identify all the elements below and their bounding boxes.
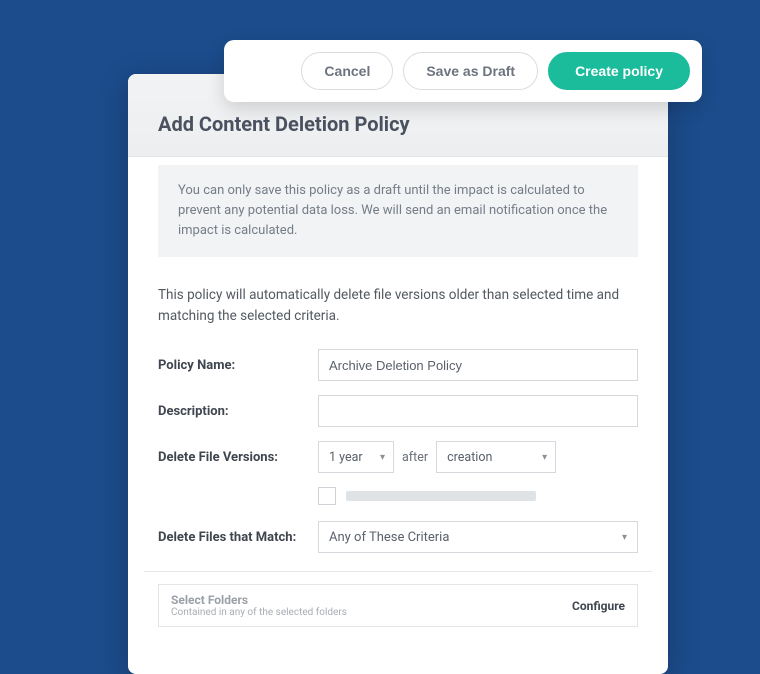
event-select[interactable]: creation ▾	[436, 441, 556, 473]
checkbox-option-row	[318, 487, 638, 505]
option-checkbox[interactable]	[318, 487, 336, 505]
period-select[interactable]: 1 year ▾	[318, 441, 394, 473]
chevron-down-icon: ▾	[622, 532, 627, 543]
label-policy-name: Policy Name:	[158, 358, 318, 373]
policy-name-input[interactable]	[318, 349, 638, 381]
row-policy-name: Policy Name:	[158, 349, 638, 381]
row-delete-versions: Delete File Versions: 1 year ▾ after cre…	[158, 441, 638, 473]
policy-description-text: This policy will automatically delete fi…	[158, 285, 638, 327]
info-notice: You can only save this policy as a draft…	[158, 165, 638, 257]
after-word: after	[402, 450, 428, 465]
configure-folders-button[interactable]: Configure	[572, 599, 625, 613]
page-title: Add Content Deletion Policy	[158, 112, 638, 136]
label-delete-versions: Delete File Versions:	[158, 450, 318, 465]
period-value: 1 year	[329, 450, 363, 465]
row-delete-match: Delete Files that Match: Any of These Cr…	[158, 521, 638, 553]
create-policy-button[interactable]: Create policy	[548, 52, 690, 90]
chevron-down-icon: ▾	[380, 452, 385, 463]
label-delete-match: Delete Files that Match:	[158, 530, 318, 545]
policy-form-card: Add Content Deletion Policy You can only…	[128, 74, 668, 674]
section-divider	[144, 571, 652, 572]
select-folders-title: Select Folders	[171, 593, 347, 607]
cancel-button[interactable]: Cancel	[301, 52, 393, 90]
row-description: Description:	[158, 395, 638, 427]
form-body: You can only save this policy as a draft…	[128, 165, 668, 651]
match-mode-select[interactable]: Any of These Criteria ▾	[318, 521, 638, 553]
label-description: Description:	[158, 404, 318, 419]
action-bar: Cancel Save as Draft Create policy	[224, 40, 702, 102]
select-folders-box: Select Folders Contained in any of the s…	[158, 584, 638, 627]
save-draft-button[interactable]: Save as Draft	[403, 52, 538, 90]
option-label-placeholder	[346, 491, 536, 501]
description-input[interactable]	[318, 395, 638, 427]
match-mode-value: Any of These Criteria	[329, 530, 449, 545]
event-value: creation	[447, 450, 492, 465]
chevron-down-icon: ▾	[542, 452, 547, 463]
select-folders-subtitle: Contained in any of the selected folders	[171, 607, 347, 618]
